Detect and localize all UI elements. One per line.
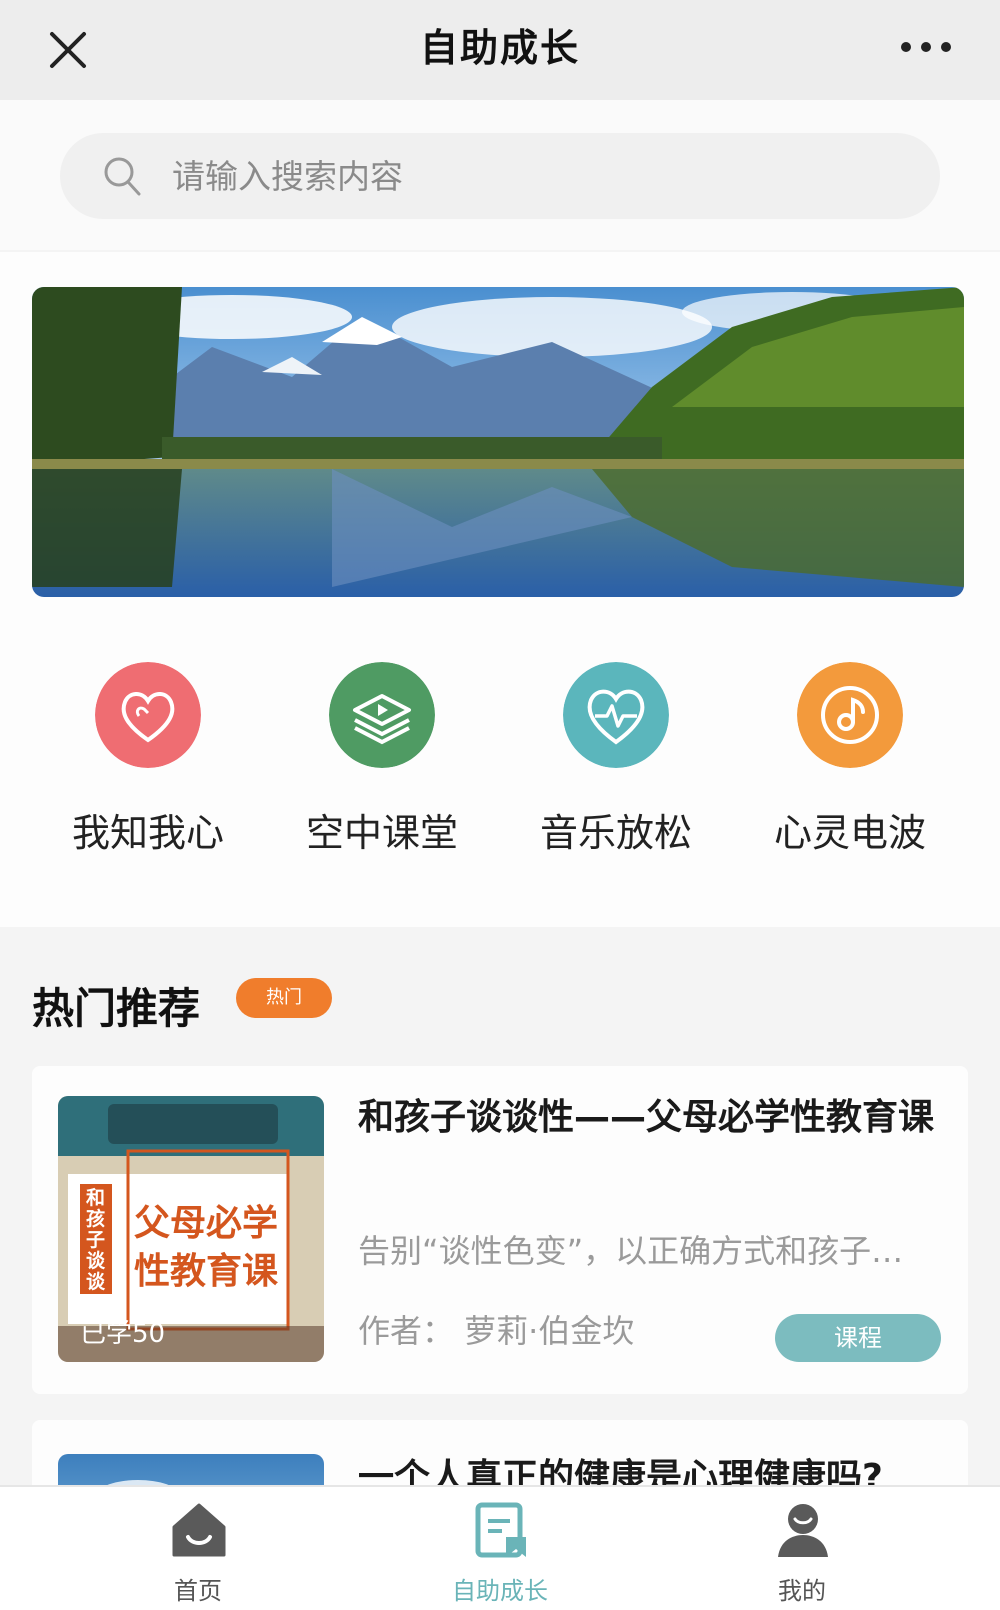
tab-label: 我的 — [778, 1577, 826, 1605]
book-play-icon — [329, 662, 435, 768]
shortcut-air-classroom[interactable]: 空中课堂 — [267, 662, 497, 892]
tab-home[interactable]: 首页 — [108, 1487, 288, 1610]
content-panel: 我知我心 空中课堂 音乐放松 心灵电波 — [0, 252, 1000, 927]
course-title: 和孩子谈谈性——父母必学性教育课 — [358, 1097, 935, 1138]
course-description: 告别“谈性色变”，以正确方式和孩子… — [358, 1232, 904, 1270]
shortcut-label: 音乐放松 — [539, 811, 692, 855]
course-card[interactable]: 和孩子谈谈 父母必学 性教育课 已学50 和孩子谈谈性——父母必学性教育课 告别… — [32, 1066, 968, 1394]
search-icon — [104, 157, 141, 196]
hot-badge: 热门 — [236, 978, 332, 1018]
course-author: 作者： 萝莉·伯金坎 — [358, 1312, 635, 1350]
thumb-line-1: 父母必学 — [134, 1203, 279, 1244]
thumb-side-text: 和孩子谈谈 — [86, 1187, 106, 1293]
shortcut-label: 心灵电波 — [773, 811, 926, 855]
search-area — [0, 100, 1000, 250]
search-input[interactable] — [170, 133, 890, 219]
music-disc-icon — [797, 662, 903, 768]
tab-label: 首页 — [174, 1577, 222, 1605]
section-title: 热门推荐 — [32, 984, 201, 1033]
learned-count: 已学50 — [80, 1319, 166, 1349]
tab-label: 自助成长 — [452, 1577, 548, 1605]
mountain-lake-banner[interactable] — [32, 287, 964, 597]
shortcut-know-my-heart[interactable]: 我知我心 — [33, 662, 263, 892]
more-dots-icon[interactable] — [898, 32, 954, 62]
title-bar: 自助成长 — [0, 0, 1000, 100]
search-box[interactable] — [60, 133, 940, 219]
shortcut-label: 空中课堂 — [305, 811, 458, 855]
home-icon — [172, 1503, 226, 1557]
shortcut-label: 我知我心 — [71, 811, 224, 855]
heartbeat-icon — [563, 662, 669, 768]
shortcut-soul-wave[interactable]: 心灵电波 — [735, 662, 965, 892]
page-title: 自助成长 — [419, 26, 580, 70]
thumb-line-2: 性教育课 — [134, 1251, 279, 1292]
shortcut-grid: 我知我心 空中课堂 音乐放松 心灵电波 — [0, 662, 1000, 892]
profile-icon — [778, 1504, 828, 1557]
tab-mine[interactable]: 我的 — [712, 1487, 892, 1610]
shortcut-music-relax[interactable]: 音乐放松 — [501, 662, 731, 892]
bottom-tab-bar: 首页 自助成长 我的 — [0, 1485, 1000, 1610]
growth-book-icon — [475, 1502, 526, 1558]
course-thumbnail: 和孩子谈谈 父母必学 性教育课 已学50 — [58, 1096, 324, 1362]
tab-self-growth[interactable]: 自助成长 — [410, 1487, 590, 1610]
heart-hands-icon — [95, 662, 201, 768]
course-tag-button[interactable]: 课程 — [775, 1314, 941, 1362]
